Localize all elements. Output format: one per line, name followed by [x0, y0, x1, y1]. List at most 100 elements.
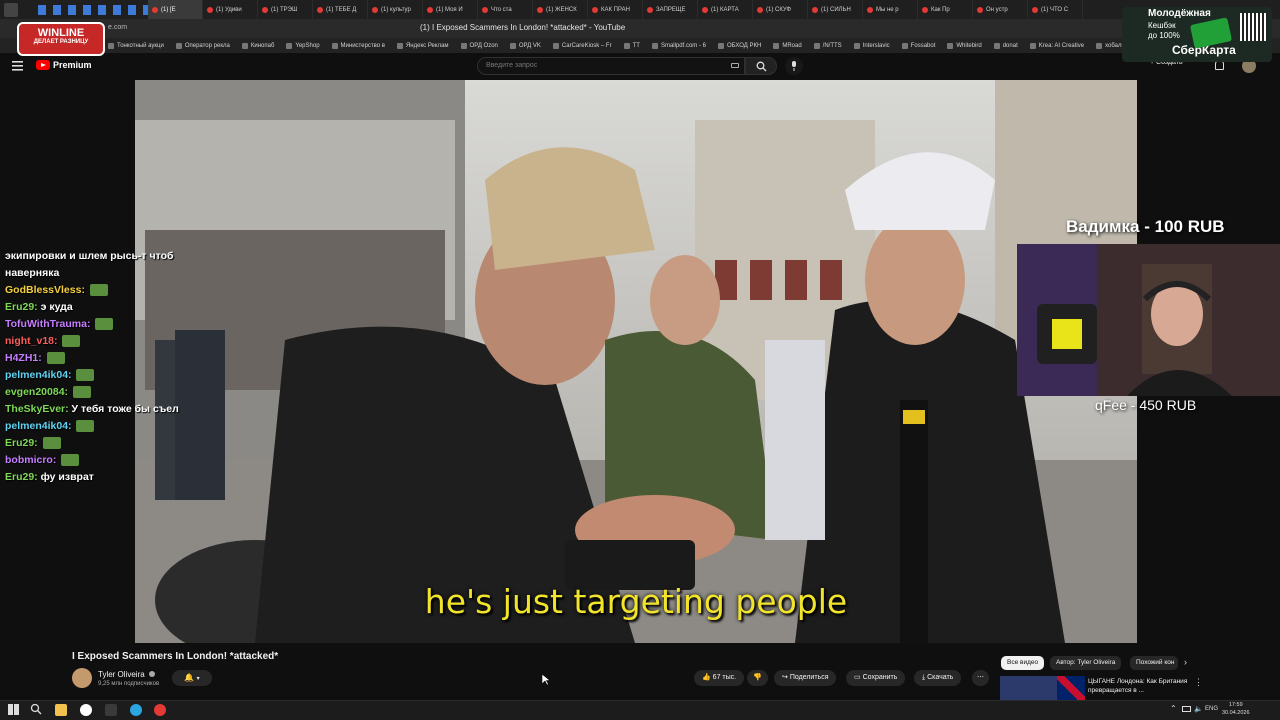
- file-explorer-icon[interactable]: [55, 704, 67, 716]
- bookmark-item[interactable]: CarCareKiosk – Fr: [552, 42, 612, 49]
- chip-author[interactable]: Автор: Tyler Oliveira: [1050, 656, 1122, 670]
- browser-tab[interactable]: Мы не р: [863, 0, 918, 19]
- bookmark-label: Оператор рекла: [184, 42, 230, 49]
- keyboard-icon[interactable]: [731, 63, 739, 68]
- browser-tab-label: (1) ТРЭШ: [271, 6, 298, 13]
- telegram-icon[interactable]: [130, 704, 142, 716]
- recommended-video-thumbnail[interactable]: [1000, 676, 1085, 700]
- search-input[interactable]: Введите запрос: [477, 57, 745, 75]
- bookmark-item[interactable]: Fossabot: [901, 42, 936, 49]
- download-button[interactable]: ⤓ Скачать: [914, 670, 962, 686]
- bookmark-item[interactable]: ОБХОД РКН: [717, 42, 761, 49]
- bookmark-item[interactable]: ОРД Ozon: [460, 42, 498, 49]
- bookmark-item[interactable]: MRoad: [773, 42, 802, 49]
- sber-ad[interactable]: Молодёжная Кешбэк до 100% СберКарта: [1122, 7, 1272, 62]
- share-button[interactable]: ↪ Поделиться: [774, 670, 837, 686]
- volume-icon[interactable]: 🔈: [1194, 705, 1203, 713]
- network-icon: [1182, 706, 1191, 712]
- window-menu-icon[interactable]: [4, 2, 18, 17]
- notification-bell-button[interactable]: 🔔 ▾: [172, 670, 212, 686]
- bookmark-label: Яндекс Реклам: [405, 42, 449, 49]
- bookmark-item[interactable]: Тонкотный аукци: [108, 42, 164, 49]
- like-button[interactable]: 👍 67 тыс.: [694, 670, 745, 686]
- search-button[interactable]: [745, 57, 777, 75]
- browser-tab[interactable]: (1) ТЕБЕ Д: [313, 0, 368, 19]
- save-button[interactable]: ▭ Сохранить: [846, 670, 906, 686]
- browser-tab[interactable]: ЗАПРЕЩЕ: [643, 0, 698, 19]
- browser-tab-label: (1) культур: [381, 6, 411, 13]
- bookmark-item[interactable]: ОРД VK: [509, 42, 541, 49]
- bookmark-label: Fossabot: [910, 42, 936, 49]
- browser-tab[interactable]: (1) ЖЕНСК: [533, 0, 588, 19]
- channel-name-text[interactable]: Tyler Oliveira: [98, 670, 145, 679]
- bookmark-favicon-icon: [460, 42, 467, 49]
- address-bar[interactable]: e.com (1) I Exposed Scammers In London! …: [0, 19, 1280, 38]
- voice-search-button[interactable]: [785, 57, 803, 75]
- chat-message: наверняка: [5, 265, 135, 282]
- recommended-video-title[interactable]: ЦЫГАНЕ Лондона: Как Британия превращаетс…: [1088, 677, 1188, 695]
- yandex-browser-icon[interactable]: [80, 704, 92, 716]
- video-player[interactable]: he's just targeting people: [135, 80, 1137, 643]
- search-icon: [756, 61, 767, 72]
- more-icon: ⋯: [977, 674, 984, 681]
- bookmark-item[interactable]: Krea: AI Creative: [1029, 42, 1084, 49]
- dislike-button[interactable]: 👎: [747, 670, 768, 686]
- bookmark-item[interactable]: Interslavic: [853, 42, 890, 49]
- bookmark-item[interactable]: Smallpdf.com - 6: [651, 42, 706, 49]
- tray-chevron-icon[interactable]: ⌃: [1170, 704, 1177, 713]
- youtube-favicon-icon: [482, 6, 488, 13]
- browser-tab[interactable]: Как Пр: [918, 0, 973, 19]
- bookmark-item[interactable]: /N/TTS: [813, 42, 842, 49]
- bookmark-favicon-icon: [1096, 42, 1103, 49]
- chat-emote-icon: [42, 437, 61, 450]
- chip-similar[interactable]: Похожий кон: [1130, 656, 1178, 670]
- bookmark-label: donat: [1002, 42, 1018, 49]
- menu-icon[interactable]: [12, 61, 23, 71]
- bookmark-item[interactable]: хобалн: [1096, 42, 1125, 49]
- pinned-tabs[interactable]: [38, 4, 148, 15]
- bookmark-item[interactable]: Кинопаб: [241, 42, 274, 49]
- clock-date: 30.04.2026: [1222, 710, 1250, 716]
- youtube-logo[interactable]: Premium: [36, 60, 92, 70]
- browser-tab[interactable]: (1) СКУФ: [753, 0, 808, 19]
- bookmark-label: MRoad: [782, 42, 802, 49]
- chevron-right-icon[interactable]: ›: [1184, 657, 1187, 667]
- bookmark-item[interactable]: TT: [623, 42, 640, 49]
- browser-tab[interactable]: (1) ТРЭШ: [258, 0, 313, 19]
- bookmark-item[interactable]: Оператор рекла: [175, 42, 230, 49]
- browser-tab[interactable]: (1) Моя И: [423, 0, 478, 19]
- chat-message: Eru29:: [5, 435, 135, 452]
- bookmark-item[interactable]: Министерство в: [331, 42, 385, 49]
- winline-ad[interactable]: WINLINE ДЕЛАЕТ РАЗНИЦУ: [17, 22, 105, 56]
- bookmark-item[interactable]: YepShop: [286, 42, 320, 49]
- windows-start-icon[interactable]: [8, 704, 19, 715]
- chat-message: H4ZH1:: [5, 350, 135, 367]
- browser-tab[interactable]: (1) [E: [148, 0, 203, 19]
- input-language[interactable]: ENG: [1205, 706, 1218, 712]
- browser-tab[interactable]: КАК ПРАН: [588, 0, 643, 19]
- youtube-favicon-icon: [152, 6, 158, 13]
- youtube-favicon-icon: [702, 6, 708, 13]
- chip-all-videos[interactable]: Все видео: [1001, 656, 1045, 670]
- bookmark-item[interactable]: donat: [993, 42, 1018, 49]
- channel-name[interactable]: Tyler Oliveira: [98, 670, 155, 679]
- more-icon[interactable]: ⋮: [1194, 677, 1203, 688]
- browser-tab[interactable]: Что ста: [478, 0, 533, 19]
- browser-tab[interactable]: (1) КАРТА: [698, 0, 753, 19]
- more-actions-button[interactable]: ⋯: [972, 670, 989, 686]
- bookmark-item[interactable]: Яндекс Реклам: [396, 42, 449, 49]
- screen-recorder-icon[interactable]: [154, 704, 166, 716]
- browser-tab[interactable]: (1) ЧТО С: [1028, 0, 1083, 19]
- browser-tab[interactable]: (1) культур: [368, 0, 423, 19]
- bookmark-favicon-icon: [947, 42, 954, 49]
- browser-tab[interactable]: Он устр: [973, 0, 1028, 19]
- system-clock[interactable]: 17:59 30.04.2026: [1222, 701, 1250, 717]
- bookmark-item[interactable]: Whitebird: [947, 42, 982, 49]
- search-icon[interactable]: [30, 703, 42, 715]
- browser-tab[interactable]: (1) Удиви: [203, 0, 258, 19]
- browser-tab[interactable]: (1) СИЛЬН: [808, 0, 863, 19]
- url-text[interactable]: e.com: [108, 24, 127, 31]
- channel-avatar[interactable]: [72, 668, 92, 688]
- youtube-favicon-icon: [812, 6, 818, 13]
- app-icon[interactable]: [105, 704, 117, 716]
